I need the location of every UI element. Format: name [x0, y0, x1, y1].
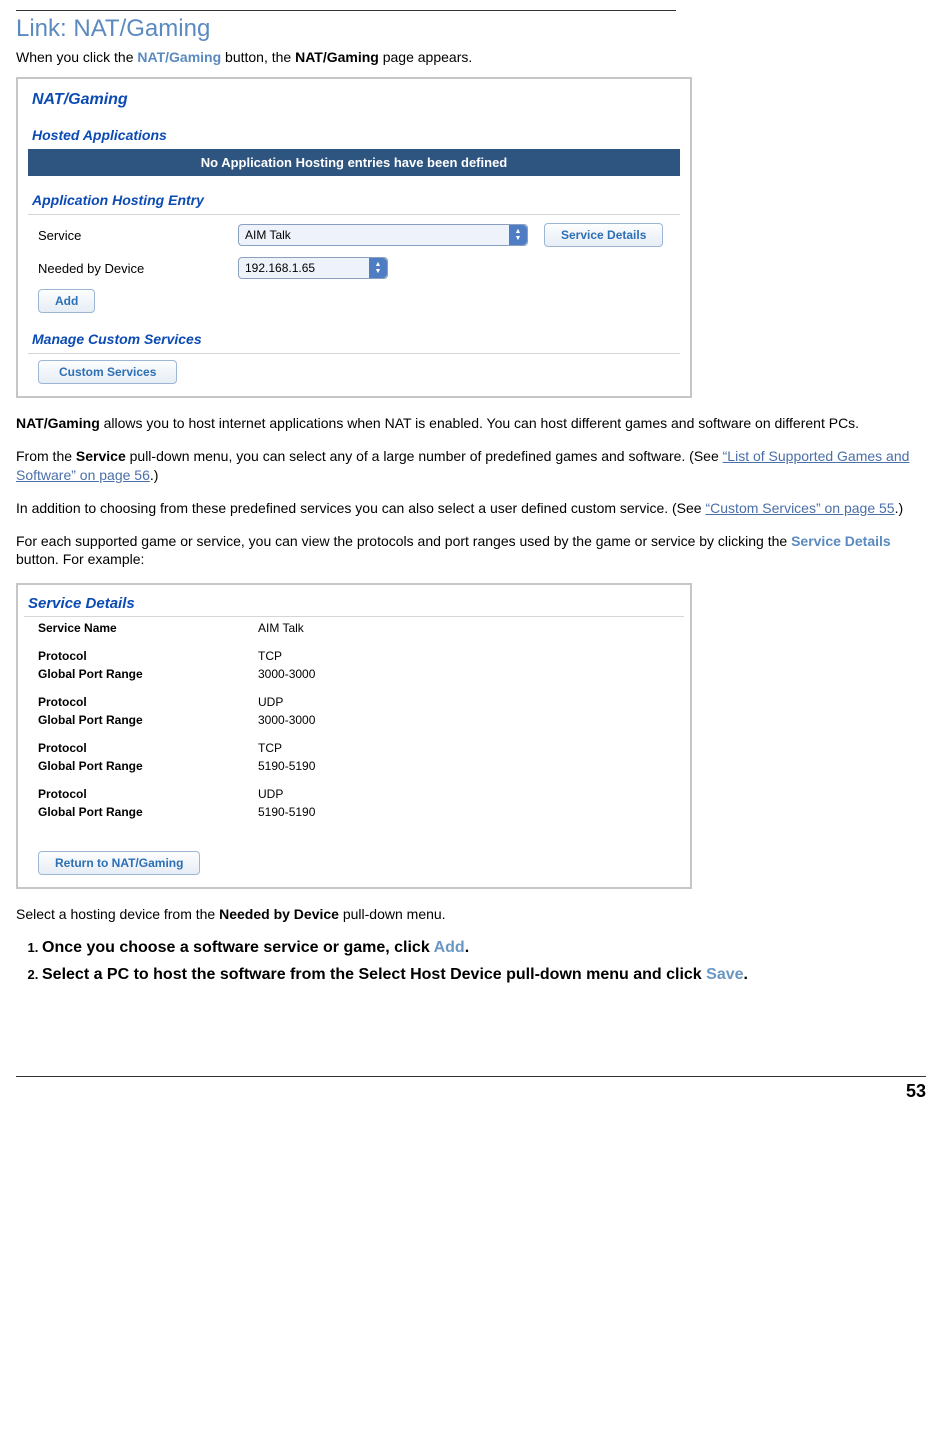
protocol-value: UDP	[258, 695, 283, 709]
para1-bold: NAT/Gaming	[16, 415, 100, 431]
selline-pre: Select a hosting device from the	[16, 906, 219, 922]
port-range-value: 3000-3000	[258, 667, 315, 681]
device-select[interactable]: 192.168.1.65 ▲▼	[238, 257, 388, 279]
needed-by-device-label: Needed by Device	[38, 261, 238, 276]
para-custom-service: In addition to choosing from these prede…	[16, 499, 926, 518]
protocol-value: UDP	[258, 787, 283, 801]
manage-custom-services-heading: Manage Custom Services	[32, 331, 680, 347]
return-to-nat-gaming-button[interactable]: Return to NAT/Gaming	[38, 851, 200, 875]
port-range-label: Global Port Range	[38, 759, 258, 773]
para4-btn: Service Details	[791, 533, 891, 549]
intro-page-name: NAT/Gaming	[295, 49, 379, 65]
service-name-label: Service Name	[38, 621, 258, 635]
panel2-title: Service Details	[28, 595, 684, 612]
service-details-screenshot: Service Details Service Name AIM Talk Pr…	[16, 583, 692, 889]
step1-pre: Once you choose a software service or ga…	[42, 939, 434, 956]
step2-keyword-save: Save	[706, 966, 743, 983]
top-rule	[16, 10, 676, 11]
step-1: Once you choose a software service or ga…	[42, 938, 926, 959]
port-range-label: Global Port Range	[38, 805, 258, 819]
select-arrows-icon: ▲▼	[369, 258, 387, 278]
intro-btn-name: NAT/Gaming	[137, 49, 221, 65]
protocol-value: TCP	[258, 649, 282, 663]
selline-post: pull-down menu.	[339, 906, 446, 922]
step-2: Select a PC to host the software from th…	[42, 965, 926, 986]
page-footer: 53	[16, 1076, 926, 1102]
port-range-label: Global Port Range	[38, 667, 258, 681]
step2-post: .	[744, 966, 748, 983]
para2-pre: From the	[16, 448, 76, 464]
protocol-label: Protocol	[38, 787, 258, 801]
intro-line: When you click the NAT/Gaming button, th…	[16, 49, 926, 65]
nat-gaming-screenshot: NAT/Gaming Hosted Applications No Applic…	[16, 77, 692, 398]
hosted-apps-empty-msg: No Application Hosting entries have been…	[28, 149, 680, 176]
para1-rest: allows you to host internet applications…	[100, 415, 859, 431]
protocol-label: Protocol	[38, 741, 258, 755]
add-button[interactable]: Add	[38, 289, 95, 313]
para-nat-allows: NAT/Gaming allows you to host internet a…	[16, 414, 926, 433]
intro-post: page appears.	[379, 49, 472, 65]
service-name-value: AIM Talk	[258, 621, 304, 635]
para3-post: .)	[895, 500, 904, 516]
port-range-value: 3000-3000	[258, 713, 315, 727]
step1-post: .	[465, 939, 469, 956]
intro-pre: When you click the	[16, 49, 137, 65]
app-hosting-entry-heading: Application Hosting Entry	[32, 192, 680, 208]
para4-post: button. For example:	[16, 551, 144, 567]
service-details-button[interactable]: Service Details	[544, 223, 663, 247]
port-range-value: 5190-5190	[258, 805, 315, 819]
para3-pre: In addition to choosing from these prede…	[16, 500, 706, 516]
steps-list: Once you choose a software service or ga…	[16, 938, 926, 986]
select-arrows-icon: ▲▼	[509, 225, 527, 245]
protocol-label: Protocol	[38, 695, 258, 709]
service-label: Service	[38, 228, 238, 243]
port-range-label: Global Port Range	[38, 713, 258, 727]
protocol-value: TCP	[258, 741, 282, 755]
device-select-value: 192.168.1.65	[245, 261, 315, 275]
service-select[interactable]: AIM Talk ▲▼	[238, 224, 528, 246]
select-hosting-device-line: Select a hosting device from the Needed …	[16, 905, 926, 924]
para4-pre: For each supported game or service, you …	[16, 533, 791, 549]
para2-post: .)	[150, 467, 159, 483]
service-select-value: AIM Talk	[245, 228, 291, 242]
link-custom-services[interactable]: “Custom Services” on page 55	[706, 500, 895, 516]
port-range-value: 5190-5190	[258, 759, 315, 773]
hosted-apps-heading: Hosted Applications	[32, 127, 680, 143]
para2-b1: Service	[76, 448, 126, 464]
protocol-label: Protocol	[38, 649, 258, 663]
selline-bold: Needed by Device	[219, 906, 339, 922]
para-service-details: For each supported game or service, you …	[16, 532, 926, 570]
step2-pre: Select a PC to host the software from th…	[42, 966, 706, 983]
intro-mid: button, the	[221, 49, 295, 65]
panel1-title: NAT/Gaming	[32, 91, 680, 109]
step1-keyword-add: Add	[434, 939, 465, 956]
para-service-pulldown: From the Service pull-down menu, you can…	[16, 447, 926, 485]
custom-services-button[interactable]: Custom Services	[38, 360, 177, 384]
page-number: 53	[16, 1081, 926, 1102]
para2-mid: pull-down menu, you can select any of a …	[126, 448, 723, 464]
page-title: Link: NAT/Gaming	[16, 15, 926, 43]
